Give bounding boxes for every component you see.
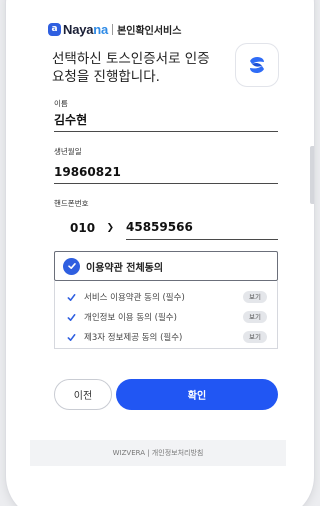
- agree-all-checkbox[interactable]: 이용약관 전체동의: [54, 251, 278, 281]
- page-headline: 선택하신 토스인증서로 인증요청을 진행합니다.: [52, 51, 210, 85]
- view-terms-button[interactable]: 보기: [243, 311, 267, 323]
- carrier-select[interactable]: 010 ❯: [54, 216, 114, 240]
- agreement-item[interactable]: 개인정보 이용 동의 (필수) 보기: [55, 307, 277, 327]
- toss-logo-icon: [236, 44, 278, 86]
- carrier-value: 010: [70, 221, 96, 235]
- brand-header: a Nayana 본인확인서비스: [48, 20, 181, 38]
- checkmark-icon: [67, 293, 76, 302]
- birth-label: 생년월일: [54, 147, 82, 156]
- agreement-item[interactable]: 서비스 이용약관 동의 (필수) 보기: [55, 287, 277, 307]
- logo-text-accent: na: [93, 21, 109, 37]
- view-terms-button[interactable]: 보기: [243, 291, 267, 303]
- checkmark-icon: [67, 333, 76, 342]
- logo-text-main: Naya: [63, 21, 94, 37]
- chevron-down-icon: ❯: [106, 223, 114, 233]
- agreement-label: 제3자 정보제공 동의 (필수): [84, 333, 183, 343]
- nayana-logo-icon: a: [48, 22, 61, 36]
- birth-field[interactable]: 19860821: [54, 162, 278, 184]
- service-title: 본인확인서비스: [117, 25, 182, 37]
- agreement-label: 서비스 이용약관 동의 (필수): [84, 293, 185, 303]
- agreement-label: 개인정보 이용 동의 (필수): [84, 313, 177, 323]
- brand-logo-text: Nayana: [63, 22, 108, 37]
- name-label: 이름: [54, 99, 68, 108]
- agree-all-label: 이용약관 전체동의: [86, 262, 164, 274]
- screen: a Nayana 본인확인서비스 선택하신 토스인증서로 인증요청을 진행합니다…: [30, 0, 286, 466]
- view-terms-button[interactable]: 보기: [243, 331, 267, 343]
- checkmark-icon: [67, 313, 76, 322]
- footer[interactable]: WIZVERA | 개인정보처리방침: [30, 440, 286, 466]
- phone-frame: a Nayana 본인확인서비스 선택하신 토스인증서로 인증요청을 진행합니다…: [6, 0, 314, 506]
- name-field[interactable]: 김수현: [54, 110, 278, 132]
- phone-label: 핸드폰번호: [54, 199, 89, 208]
- phone-number-field[interactable]: 45859566: [126, 216, 278, 240]
- prev-button[interactable]: 이전: [54, 379, 112, 410]
- agreement-item[interactable]: 제3자 정보제공 동의 (필수) 보기: [55, 327, 277, 347]
- confirm-button[interactable]: 확인: [116, 379, 278, 410]
- agreement-list: 서비스 이용약관 동의 (필수) 보기 개인정보 이용 동의 (필수) 보기 제…: [54, 281, 278, 349]
- phone-row: 010 ❯ 45859566: [54, 216, 278, 240]
- brand-divider: [112, 23, 114, 35]
- side-button: [310, 146, 314, 204]
- check-circle-icon: [63, 257, 80, 275]
